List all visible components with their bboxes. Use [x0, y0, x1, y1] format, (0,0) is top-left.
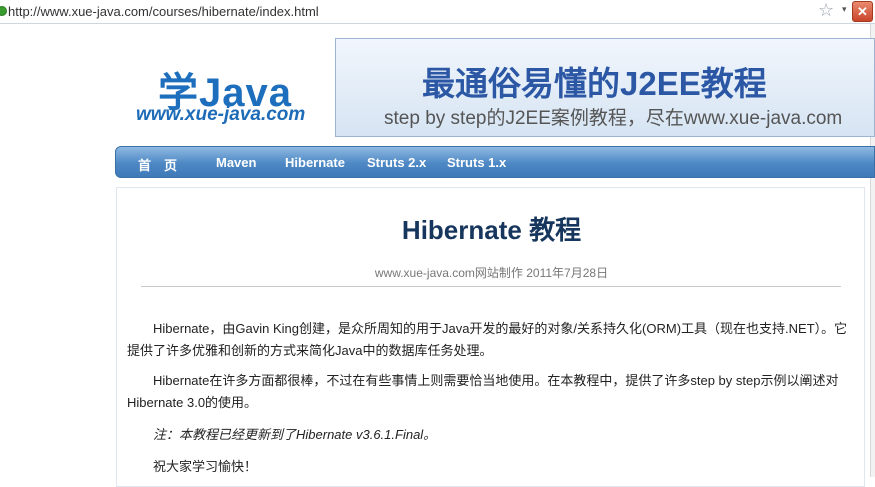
url-text[interactable]: http://www.xue-java.com/courses/hibernat…: [8, 4, 319, 19]
main-nav: 首 页 Maven Hibernate Struts 2.x Struts 1.…: [115, 146, 875, 178]
title-divider: [141, 286, 841, 287]
article-byline: www.xue-java.com网站制作 2011年7月28日: [374, 266, 609, 280]
nav-item-struts2[interactable]: Struts 2.x: [367, 155, 426, 170]
paragraph-usage: Hibernate在许多方面都很棒，不过在有些事情上则需要恰当地使用。在本教程中…: [127, 373, 839, 410]
nav-item-maven[interactable]: Maven: [216, 155, 256, 170]
address-bar: http://www.xue-java.com/courses/hibernat…: [0, 0, 875, 24]
nav-item-home[interactable]: 首 页: [138, 155, 177, 174]
banner-subtitle: step by step的J2EE案例教程，尽在www.xue-java.com: [384, 108, 843, 129]
bookmark-star-icon[interactable]: ☆: [818, 1, 834, 21]
banner-title: 最通俗易懂的J2EE教程: [422, 65, 767, 102]
page-title: Hibernate 教程: [401, 215, 582, 245]
close-button[interactable]: ✕: [852, 1, 873, 22]
nav-item-hibernate[interactable]: Hibernate: [285, 155, 345, 170]
paragraph-greeting: 祝大家学习愉快！: [153, 459, 258, 474]
paragraph-note: 注：本教程已经更新到了Hibernate v3.6.1.Final。: [153, 427, 437, 442]
nav-item-struts1[interactable]: Struts 1.x: [447, 155, 506, 170]
header-banner: 最通俗易懂的J2EE教程 step by step的J2EE案例教程，尽在www…: [335, 38, 875, 137]
site-logo[interactable]: 学Java www.xue-java.com: [128, 60, 318, 130]
content-right-gap: [865, 187, 870, 477]
url-dropdown-icon[interactable]: ▾: [842, 5, 847, 15]
site-favicon-icon: [0, 6, 7, 16]
logo-domain-text: www.xue-java.com: [136, 104, 306, 125]
paragraph-intro: Hibernate，由Gavin King创建，是众所周知的用于Java开发的最…: [127, 321, 848, 358]
article-content: Hibernate 教程 www.xue-java.com网站制作 2011年7…: [116, 187, 865, 487]
